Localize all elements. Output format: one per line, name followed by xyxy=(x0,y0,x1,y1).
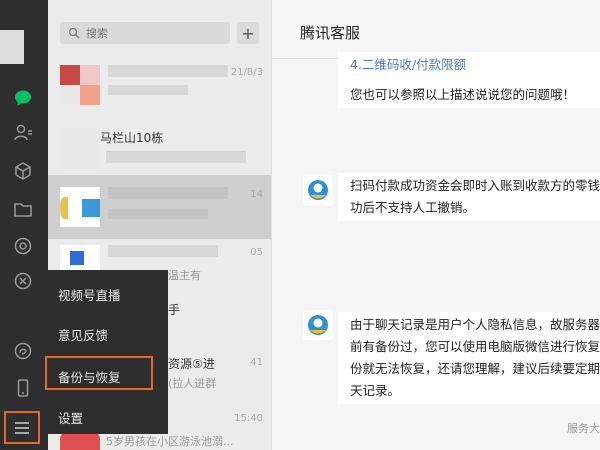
conversation-name: 手 xyxy=(168,303,181,317)
chat-title: 腾讯客服 xyxy=(300,24,361,42)
conversation-time: 14 xyxy=(250,189,263,200)
message-bubble: 扫码付款成功资金会即时入账到收款方的零钱 功后不支持人工撤销。 xyxy=(338,173,600,221)
conversation-time: 15:40 xyxy=(234,413,263,424)
chat-header: 腾讯客服 xyxy=(272,0,600,59)
message-line: 由于聊天记录是用户个人隐私信息，故服务器 xyxy=(350,317,600,332)
conversation-time: 05 xyxy=(250,247,263,258)
message-line: 您也可以参照以上描述说说您的问题哦！ xyxy=(350,87,576,102)
hamburger-icon xyxy=(15,421,29,434)
phone-icon[interactable] xyxy=(12,377,34,399)
highlight-box xyxy=(45,356,153,390)
moments-icon[interactable] xyxy=(12,235,34,257)
service-logo-icon xyxy=(308,180,328,200)
avatar xyxy=(60,129,100,169)
search-box[interactable] xyxy=(60,22,230,44)
conversation-item[interactable]: 马栏山10栋 xyxy=(48,117,271,181)
service-avatar[interactable] xyxy=(303,310,333,340)
conversation-name: 马栏山10栋 xyxy=(100,131,164,145)
more-menu-popup: 视频号直播 意见反馈 备份与恢复 设置 xyxy=(48,270,168,434)
left-nav xyxy=(0,0,48,450)
service-footer-link[interactable]: 服务大 xyxy=(567,420,600,436)
contacts-icon[interactable] xyxy=(12,122,34,144)
search-input[interactable] xyxy=(86,26,216,40)
chat-panel: 腾讯客服 4.二维码收/付款限额 您也可以参照以上描述说说您的问题哦！ 扫码付款… xyxy=(271,0,600,450)
menu-item-settings[interactable]: 设置 xyxy=(58,408,83,427)
conversation-message: 5岁男孩在小区游泳池溺... xyxy=(106,435,234,448)
message-line: 份就无法恢复，还请您理解，建议后续要定期 xyxy=(350,361,600,376)
conversation-time: 21/8/3 xyxy=(230,67,263,78)
conversation-item[interactable]: 14 xyxy=(48,175,271,239)
more-menu-button[interactable] xyxy=(4,411,40,444)
avatar xyxy=(60,187,100,227)
avatar[interactable] xyxy=(0,30,24,64)
message-line: 天记录。 xyxy=(350,383,401,398)
message-line[interactable]: 4.二维码收/付款限额 xyxy=(350,54,598,76)
menu-item-feedback[interactable]: 意见反馈 xyxy=(58,325,108,344)
conversation-message: (拉人进群 xyxy=(168,377,217,390)
service-logo-icon xyxy=(308,315,328,335)
message-bubble: 4.二维码收/付款限额 您也可以参照以上描述说说您的问题哦！ xyxy=(338,52,600,108)
message-line: 扫码付款成功资金会即时入账到收款方的零钱 xyxy=(350,178,600,193)
message-line: 功后不支持人工撤销。 xyxy=(350,200,476,215)
message-bubble: 由于聊天记录是用户个人隐私信息，故服务器 前有备份过，您可以使用电脑版微信进行恢… xyxy=(338,312,600,404)
conversation-time: 41 xyxy=(250,357,263,368)
menu-item-live[interactable]: 视频号直播 xyxy=(58,285,121,304)
service-avatar[interactable] xyxy=(303,175,333,205)
channels-icon[interactable] xyxy=(12,270,34,292)
chat-icon[interactable] xyxy=(12,87,34,109)
conversation-name: 资源⑤进 xyxy=(168,357,215,371)
message-line: 前有备份过，您可以使用电脑版微信进行恢复 xyxy=(350,339,600,354)
mini-program-icon[interactable] xyxy=(12,340,34,362)
folder-icon[interactable] xyxy=(12,198,34,220)
avatar xyxy=(60,65,100,105)
conversation-message: 温主有 xyxy=(168,269,201,282)
add-button[interactable]: + xyxy=(237,22,259,44)
conversation-item[interactable]: 21/8/3 xyxy=(48,53,271,117)
favorites-icon[interactable] xyxy=(12,160,34,182)
search-icon xyxy=(68,27,80,39)
